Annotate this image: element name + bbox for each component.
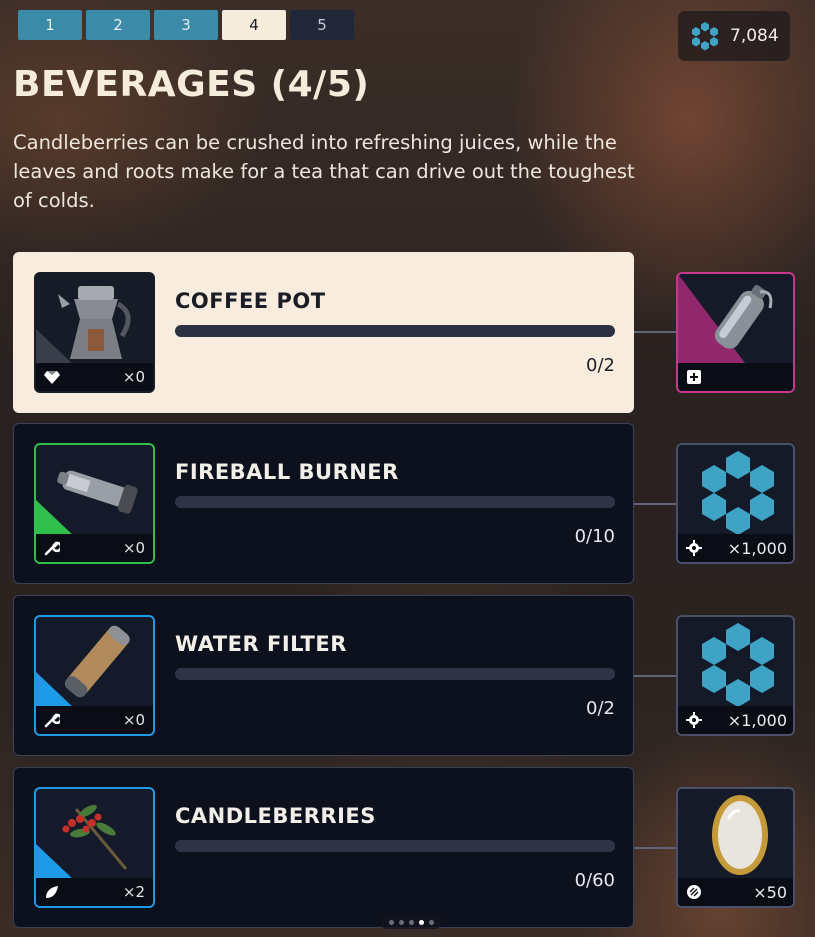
progress-bar <box>175 325 615 337</box>
item-count: ×0 <box>122 368 145 386</box>
tab-1[interactable]: 1 <box>18 10 82 40</box>
page-dot[interactable] <box>408 919 414 925</box>
reward-card[interactable]: ×1,000 <box>676 615 795 736</box>
connector-line <box>634 847 676 849</box>
mirror-icon <box>712 795 768 875</box>
list-item-water-filter[interactable]: ×0 WATER FILTER 0/2 <box>13 595 634 756</box>
coffee-pot-icon <box>36 286 131 367</box>
reward-footer: ×1,000 <box>678 706 793 734</box>
hex-cog-icon <box>702 623 774 707</box>
reward-count: ×50 <box>753 882 787 902</box>
progress-text: 0/2 <box>586 355 615 376</box>
page-indicator <box>380 915 442 929</box>
coin-icon <box>686 884 702 900</box>
item-name: COFFEE POT <box>175 289 326 313</box>
item-count: ×0 <box>122 539 145 557</box>
item-name: CANDLEBERRIES <box>175 804 376 828</box>
leaf-icon <box>44 884 60 900</box>
item-count: ×2 <box>122 883 145 901</box>
item-footer: ×0 <box>36 706 153 734</box>
currency-value: 7,084 <box>730 26 779 46</box>
berry-sprig-icon <box>36 804 128 882</box>
progress-bar <box>175 668 615 680</box>
progress-text: 0/60 <box>574 870 615 891</box>
page-dot[interactable] <box>418 919 424 925</box>
reward-card[interactable]: ×50 <box>676 787 795 908</box>
water-filter-icon <box>36 625 130 710</box>
item-footer: ×0 <box>36 534 153 562</box>
reward-footer: ×1,000 <box>678 534 793 562</box>
progress-text: 0/10 <box>574 526 615 547</box>
item-name: WATER FILTER <box>175 632 347 656</box>
reward-card[interactable] <box>676 272 795 393</box>
gem-icon <box>44 369 60 385</box>
tab-3[interactable]: 3 <box>154 10 218 40</box>
reward-count: ×1,000 <box>727 538 787 558</box>
list-item-fireball-burner[interactable]: ×0 FIREBALL BURNER 0/10 <box>13 423 634 584</box>
reward-card[interactable]: ×1,000 <box>676 443 795 564</box>
tab-5[interactable]: 5 <box>290 10 354 40</box>
plus-box-icon <box>686 369 702 385</box>
connector-line <box>634 675 676 677</box>
wrench-icon <box>44 712 60 728</box>
item-footer: ×2 <box>36 878 153 906</box>
hex-cog-icon <box>702 451 774 535</box>
item-card[interactable]: ×0 <box>34 272 155 393</box>
progress-bar <box>175 496 615 508</box>
reward-footer: ×50 <box>678 878 793 906</box>
gear-icon <box>686 712 702 728</box>
page-dot[interactable] <box>428 919 434 925</box>
burner-icon <box>36 470 138 538</box>
connector-line <box>634 331 676 333</box>
item-card[interactable]: ×2 <box>34 787 155 908</box>
list-item-candleberries[interactable]: ×2 CANDLEBERRIES 0/60 <box>13 767 634 928</box>
wrench-icon <box>44 540 60 556</box>
item-card[interactable]: ×0 <box>34 443 155 564</box>
page-description: Candleberries can be crushed into refres… <box>13 131 635 212</box>
gear-icon <box>686 540 702 556</box>
chapter-tabs: 1 2 3 4 5 <box>18 10 354 40</box>
list-item-coffee-pot[interactable]: ×0 COFFEE POT 0/2 <box>13 252 634 413</box>
spray-can-icon <box>678 274 773 367</box>
reward-footer <box>678 363 793 391</box>
connector-line <box>634 503 676 505</box>
item-footer: ×0 <box>36 363 153 391</box>
tab-2[interactable]: 2 <box>86 10 150 40</box>
tab-4[interactable]: 4 <box>222 10 286 40</box>
item-count: ×0 <box>122 711 145 729</box>
item-card[interactable]: ×0 <box>34 615 155 736</box>
page-title: BEVERAGES (4/5) <box>13 64 370 105</box>
item-name: FIREBALL BURNER <box>175 460 399 484</box>
currency-display: 7,084 <box>678 11 790 61</box>
progress-text: 0/2 <box>586 698 615 719</box>
page-dot[interactable] <box>388 919 394 925</box>
reward-count: ×1,000 <box>727 710 787 730</box>
progress-bar <box>175 840 615 852</box>
gear-cog-icon <box>688 19 722 53</box>
page-dot[interactable] <box>398 919 404 925</box>
